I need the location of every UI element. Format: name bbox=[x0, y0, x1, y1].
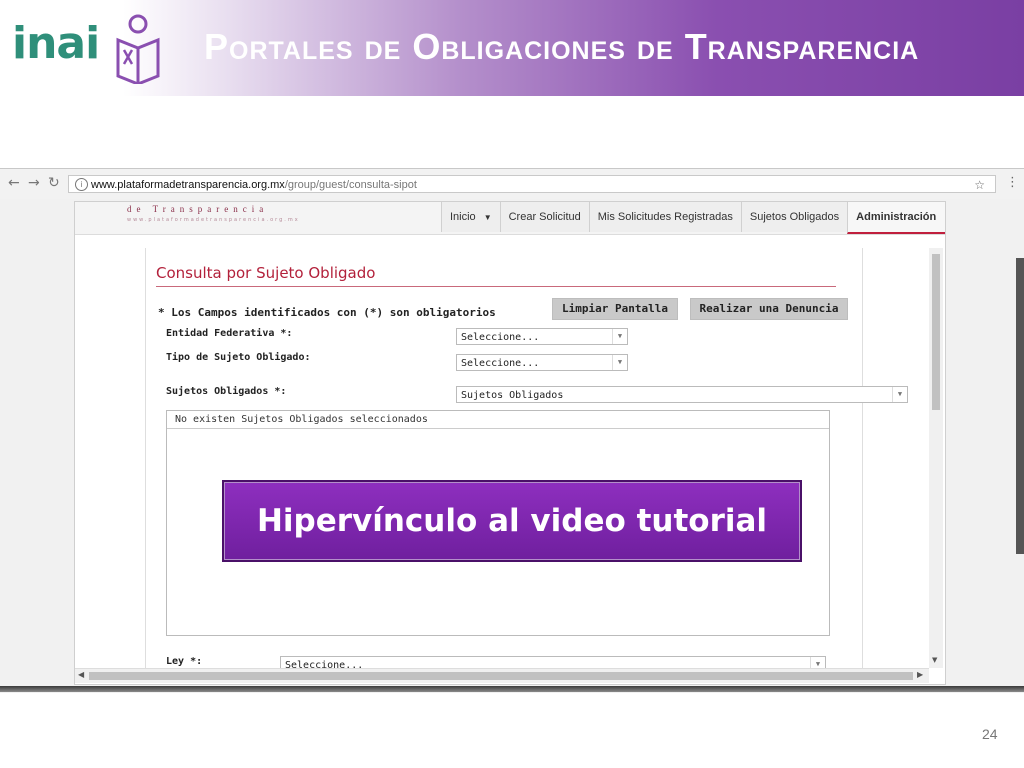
nav-label: Crear Solicitud bbox=[508, 211, 581, 223]
consulta-panel: Consulta por Sujeto Obligado * Los Campo… bbox=[145, 248, 908, 673]
address-bar: ← → ↻ i www.plataformadetransparencia.or… bbox=[0, 169, 1024, 199]
chevron-down-icon: ▼ bbox=[944, 213, 945, 222]
url-input[interactable]: i www.plataformadetransparencia.org.mx/g… bbox=[68, 175, 996, 193]
screenshot-shadow bbox=[0, 686, 1024, 692]
sujetos-label: Sujetos Obligados *: bbox=[166, 386, 287, 397]
scroll-right-icon[interactable]: ▶ bbox=[917, 670, 923, 679]
report-button[interactable]: Realizar una Denuncia bbox=[690, 298, 848, 320]
chevron-down-icon: ▼ bbox=[612, 355, 627, 370]
logo-text: inai bbox=[12, 18, 100, 69]
slide-number: 24 bbox=[982, 726, 998, 742]
title-divider bbox=[156, 286, 836, 287]
tipo-value: Seleccione... bbox=[461, 358, 540, 369]
tipo-label: Tipo de Sujeto Obligado: bbox=[166, 352, 311, 363]
nav-label: Mis Solicitudes Registradas bbox=[597, 211, 733, 223]
nav-label: Inicio bbox=[450, 211, 476, 223]
vertical-scroll-thumb[interactable] bbox=[932, 254, 940, 410]
url-host: www.plataformadetransparencia.org.mx bbox=[91, 179, 285, 191]
menu-icon[interactable]: ⋮ bbox=[1006, 175, 1019, 190]
brand-url: www.plataformadetransparencia.org.mx bbox=[127, 217, 300, 223]
inai-logo: inai bbox=[12, 14, 162, 84]
back-icon[interactable]: ← bbox=[8, 175, 20, 191]
scroll-left-icon[interactable]: ◀ bbox=[78, 670, 84, 679]
required-note: * Los Campos identificados con (*) son o… bbox=[158, 306, 496, 319]
window-edge bbox=[1016, 258, 1024, 554]
brand-subtitle: de Transparencia bbox=[127, 204, 269, 214]
listbox-header: No existen Sujetos Obligados seleccionad… bbox=[167, 411, 829, 429]
scroll-down-icon[interactable]: ▼ bbox=[932, 656, 937, 664]
tipo-select[interactable]: Seleccione... ▼ bbox=[456, 354, 628, 371]
nav-item-crear-solicitud[interactable]: Crear Solicitud bbox=[499, 202, 589, 232]
nav-label: Administración bbox=[856, 211, 937, 223]
star-icon[interactable]: ☆ bbox=[974, 176, 985, 194]
chevron-down-icon: ▼ bbox=[612, 329, 627, 344]
video-tutorial-link[interactable]: Hipervínculo al video tutorial bbox=[222, 480, 802, 562]
nav-item-sujetos-obligados[interactable]: Sujetos Obligados bbox=[740, 202, 848, 232]
nav-item-inicio[interactable]: Inicio ▼ bbox=[441, 202, 500, 232]
entidad-select[interactable]: Seleccione... ▼ bbox=[456, 328, 628, 345]
sujetos-select[interactable]: Sujetos Obligados ▼ bbox=[456, 386, 908, 403]
horizontal-scroll-thumb[interactable] bbox=[89, 672, 913, 680]
sujetos-value: Sujetos Obligados bbox=[461, 390, 564, 401]
info-icon[interactable]: i bbox=[75, 178, 88, 191]
nav-item-administracion[interactable]: Administración ▼ bbox=[847, 202, 945, 234]
book-person-icon bbox=[116, 14, 160, 84]
slide-title: Portales de Obligaciones de Transparenci… bbox=[204, 26, 920, 67]
reload-icon[interactable]: ↻ bbox=[48, 175, 60, 191]
entidad-value: Seleccione... bbox=[461, 332, 540, 343]
entidad-label: Entidad Federativa *: bbox=[166, 328, 293, 339]
chevron-down-icon: ▼ bbox=[892, 387, 907, 402]
clear-button[interactable]: Limpiar Pantalla bbox=[552, 298, 678, 320]
nav-label: Sujetos Obligados bbox=[749, 211, 840, 223]
site-header: de Transparencia www.plataformadetranspa… bbox=[75, 202, 945, 235]
forward-icon[interactable]: → bbox=[28, 175, 40, 191]
nav-item-mis-solicitudes[interactable]: Mis Solicitudes Registradas bbox=[588, 202, 741, 232]
chevron-down-icon: ▼ bbox=[483, 213, 492, 222]
horizontal-scrollbar[interactable]: ◀ ▶ bbox=[75, 668, 929, 683]
slide-banner: inai Portales de Obligaciones de Transpa… bbox=[0, 0, 1024, 96]
main-nav: Inicio ▼ Crear Solicitud Mis Solicitudes … bbox=[441, 202, 945, 234]
panel-title: Consulta por Sujeto Obligado bbox=[156, 264, 376, 282]
browser-window: ← → ↻ i www.plataformadetransparencia.or… bbox=[0, 168, 1024, 693]
ley-label: Ley *: bbox=[166, 656, 203, 667]
vertical-scrollbar[interactable]: ▼ bbox=[929, 248, 943, 668]
web-page: de Transparencia www.plataformadetranspa… bbox=[74, 201, 946, 685]
url-path: /group/guest/consulta-sipot bbox=[284, 179, 417, 191]
